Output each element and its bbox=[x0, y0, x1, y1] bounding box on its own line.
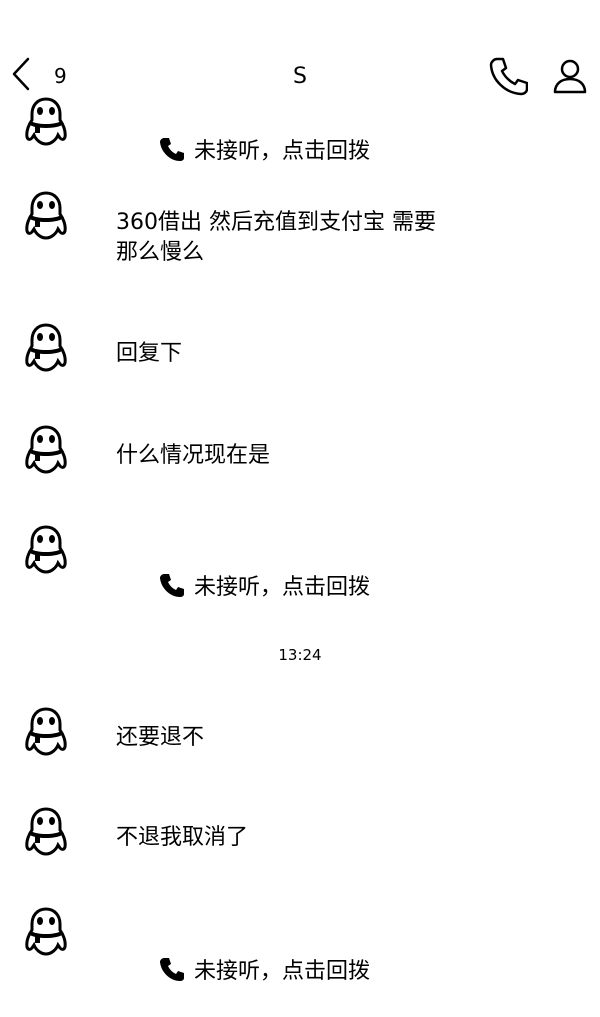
person-icon[interactable] bbox=[550, 56, 590, 96]
penguin-avatar-icon[interactable] bbox=[22, 424, 70, 476]
penguin-avatar-icon[interactable] bbox=[22, 322, 70, 374]
penguin-avatar-icon[interactable] bbox=[22, 706, 70, 758]
phone-icon[interactable] bbox=[488, 56, 528, 96]
chat-header: 9 S bbox=[0, 0, 600, 110]
penguin-avatar-icon[interactable] bbox=[22, 524, 70, 576]
message-text: 未接听，点击回拨 bbox=[193, 139, 370, 164]
message-text[interactable]: 未接听，点击回拨 bbox=[194, 959, 370, 984]
message-text[interactable]: 未接听，点击回拨 bbox=[194, 575, 370, 600]
penguin-avatar-icon[interactable] bbox=[22, 190, 70, 242]
phone-icon bbox=[159, 958, 184, 981]
message-text: 不退我取消了 bbox=[116, 825, 249, 850]
phone-icon bbox=[159, 138, 184, 161]
penguin-avatar-icon[interactable] bbox=[22, 906, 70, 958]
message-text: 什么情况现在是 bbox=[116, 443, 271, 468]
message-text: 还要退不 bbox=[116, 725, 205, 750]
timestamp: 13:24 bbox=[278, 646, 322, 664]
message-text: 回复下 bbox=[116, 341, 183, 366]
penguin-avatar-icon[interactable] bbox=[22, 806, 70, 858]
phone-icon bbox=[159, 574, 184, 597]
message-text: 360借出 然后充值到支付宝 需要 那么慢么 bbox=[116, 210, 436, 265]
chat-area: 未接听，点击回拨 360借出 然后充值到支付宝 需要 那么慢么 回复下 什么情况… bbox=[0, 0, 600, 984]
